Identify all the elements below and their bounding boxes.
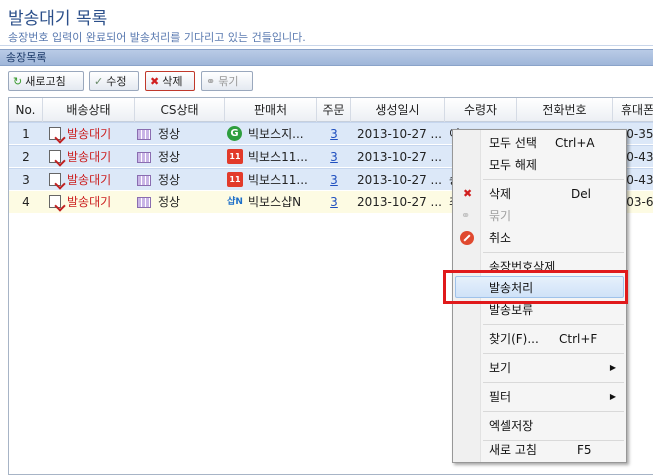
link-icon: ⚭ bbox=[206, 74, 216, 88]
delete-button[interactable]: ✖ 삭제 bbox=[145, 71, 195, 91]
row-status: 발송대기 bbox=[67, 173, 112, 187]
row-count-link[interactable]: 3 bbox=[317, 146, 351, 168]
menu-item-select-all[interactable]: 모두 선택 Ctrl+A bbox=[455, 132, 624, 154]
document-edit-icon bbox=[49, 195, 61, 208]
row-seller: 빅보스지... bbox=[248, 127, 304, 141]
row-seller: 빅보스11... bbox=[248, 150, 308, 164]
menu-separator bbox=[483, 252, 624, 253]
col-status[interactable]: 배송상태 bbox=[43, 98, 135, 122]
gmarket-icon: G bbox=[227, 126, 242, 141]
refresh-button[interactable]: ↻ 새로고침 bbox=[8, 71, 84, 91]
grid-table-icon bbox=[137, 152, 151, 163]
menu-label: 묶기 bbox=[489, 209, 512, 223]
row-created: 2013-10-27 ... bbox=[357, 195, 442, 209]
col-receiver[interactable]: 수령자 bbox=[445, 98, 517, 122]
col-cs[interactable]: CS상태 bbox=[135, 98, 225, 122]
menu-item-find[interactable]: 찾기(F)... Ctrl+F bbox=[455, 328, 624, 350]
row-seller: 빅보스샵N bbox=[248, 195, 302, 209]
menu-label: 새로 고침 bbox=[489, 443, 537, 457]
bundle-button[interactable]: ⚭ 묶기 bbox=[201, 71, 253, 91]
menu-separator bbox=[483, 324, 624, 325]
row-status: 발송대기 bbox=[67, 195, 112, 209]
row-count-link[interactable]: 3 bbox=[317, 169, 351, 191]
row-count-link[interactable]: 3 bbox=[317, 123, 351, 145]
menu-label: 취소 bbox=[489, 231, 512, 245]
delete-icon: ✖ bbox=[463, 187, 473, 200]
row-no: 2 bbox=[22, 150, 30, 164]
link-icon: ⚭ bbox=[461, 209, 471, 222]
row-no: 1 bbox=[22, 127, 30, 141]
menu-item-excel-save[interactable]: 엑셀저장 bbox=[455, 415, 624, 437]
col-seller[interactable]: 판매처 bbox=[225, 98, 317, 122]
menu-item-view[interactable]: 보기 ▶ bbox=[455, 357, 624, 379]
refresh-label: 새로고침 bbox=[25, 75, 66, 88]
row-cs: 정상 bbox=[158, 150, 181, 164]
row-seller: 빅보스11... bbox=[248, 173, 308, 187]
menu-label: 보기 bbox=[489, 361, 512, 375]
menu-label: 찾기(F)... bbox=[489, 332, 539, 346]
menu-shortcut: Del bbox=[571, 187, 591, 201]
11st-icon: 11 bbox=[227, 149, 243, 164]
row-no: 3 bbox=[22, 173, 30, 187]
edit-button[interactable]: ✓ 수정 bbox=[89, 71, 139, 91]
menu-shortcut: Ctrl+A bbox=[555, 136, 595, 150]
menu-item-filter[interactable]: 필터 ▶ bbox=[455, 386, 624, 408]
menu-shortcut: F5 bbox=[577, 443, 592, 457]
submenu-arrow-icon: ▶ bbox=[609, 363, 616, 372]
menu-separator bbox=[483, 382, 624, 383]
col-created[interactable]: 생성일시 bbox=[351, 98, 445, 122]
grid-table-icon bbox=[137, 175, 151, 186]
menu-separator bbox=[483, 179, 624, 180]
delete-icon: ✖ bbox=[150, 74, 160, 88]
row-created: 2013-10-27 ... bbox=[357, 173, 442, 187]
row-cs: 정상 bbox=[158, 173, 181, 187]
document-edit-icon bbox=[49, 127, 61, 140]
toolbar: ↻ 새로고침 ✓ 수정 ✖ 삭제 ⚭ 묶기 bbox=[0, 66, 653, 96]
shopn-icon: 샵N bbox=[227, 197, 243, 207]
row-cs: 정상 bbox=[158, 195, 181, 209]
grid-header: No. 배송상태 CS상태 판매처 주문 생성일시 수령자 전화번호 휴대폰 bbox=[9, 98, 653, 122]
menu-item-bundle[interactable]: ⚭ 묶기 bbox=[455, 205, 624, 227]
check-icon: ✓ bbox=[94, 74, 104, 88]
row-cs: 정상 bbox=[158, 127, 181, 141]
row-count-link[interactable]: 3 bbox=[317, 191, 351, 213]
bundle-label: 묶기 bbox=[218, 75, 239, 88]
menu-shortcut: Ctrl+F bbox=[559, 332, 598, 346]
col-mobile[interactable]: 휴대폰 bbox=[613, 98, 653, 122]
menu-separator bbox=[483, 353, 624, 354]
menu-label: 필터 bbox=[489, 390, 512, 404]
page-subtitle: 송장번호 입력이 완료되어 발송처리를 기다리고 있는 건들입니다. bbox=[8, 31, 306, 44]
row-created: 2013-10-27 ... bbox=[357, 127, 442, 141]
cancel-icon bbox=[460, 231, 474, 245]
document-edit-icon bbox=[49, 150, 61, 163]
menu-item-deselect-all[interactable]: 모두 해제 bbox=[455, 154, 624, 176]
submenu-arrow-icon: ▶ bbox=[609, 392, 616, 401]
delete-label: 삭제 bbox=[162, 75, 183, 88]
col-phone[interactable]: 전화번호 bbox=[517, 98, 613, 122]
section-header: 송장목록 bbox=[0, 49, 653, 66]
row-status: 발송대기 bbox=[67, 127, 112, 141]
row-status: 발송대기 bbox=[67, 150, 112, 164]
col-no[interactable]: No. bbox=[9, 98, 43, 122]
menu-label: 모두 해제 bbox=[489, 158, 537, 172]
row-created: 2013-10-27 ... bbox=[357, 150, 442, 164]
document-edit-icon bbox=[49, 173, 61, 186]
menu-label: 삭제 bbox=[489, 187, 512, 201]
menu-item-refresh[interactable]: 새로 고침 F5 bbox=[455, 439, 624, 461]
11st-icon: 11 bbox=[227, 172, 243, 187]
col-count[interactable]: 주문 bbox=[317, 98, 351, 122]
refresh-icon: ↻ bbox=[13, 74, 23, 88]
row-no: 4 bbox=[22, 195, 30, 209]
menu-item-cancel[interactable]: 취소 bbox=[455, 227, 624, 249]
menu-label: 엑셀저장 bbox=[489, 419, 534, 433]
grid-table-icon bbox=[137, 197, 151, 208]
edit-label: 수정 bbox=[106, 75, 127, 88]
grid-table-icon bbox=[137, 129, 151, 140]
highlight-annotation-box bbox=[443, 270, 628, 304]
title-divider bbox=[0, 45, 653, 46]
menu-item-delete[interactable]: ✖ 삭제 Del bbox=[455, 183, 624, 205]
page-title: 발송대기 목록 bbox=[8, 9, 108, 29]
menu-separator bbox=[483, 411, 624, 412]
menu-label: 모두 선택 bbox=[489, 136, 537, 150]
